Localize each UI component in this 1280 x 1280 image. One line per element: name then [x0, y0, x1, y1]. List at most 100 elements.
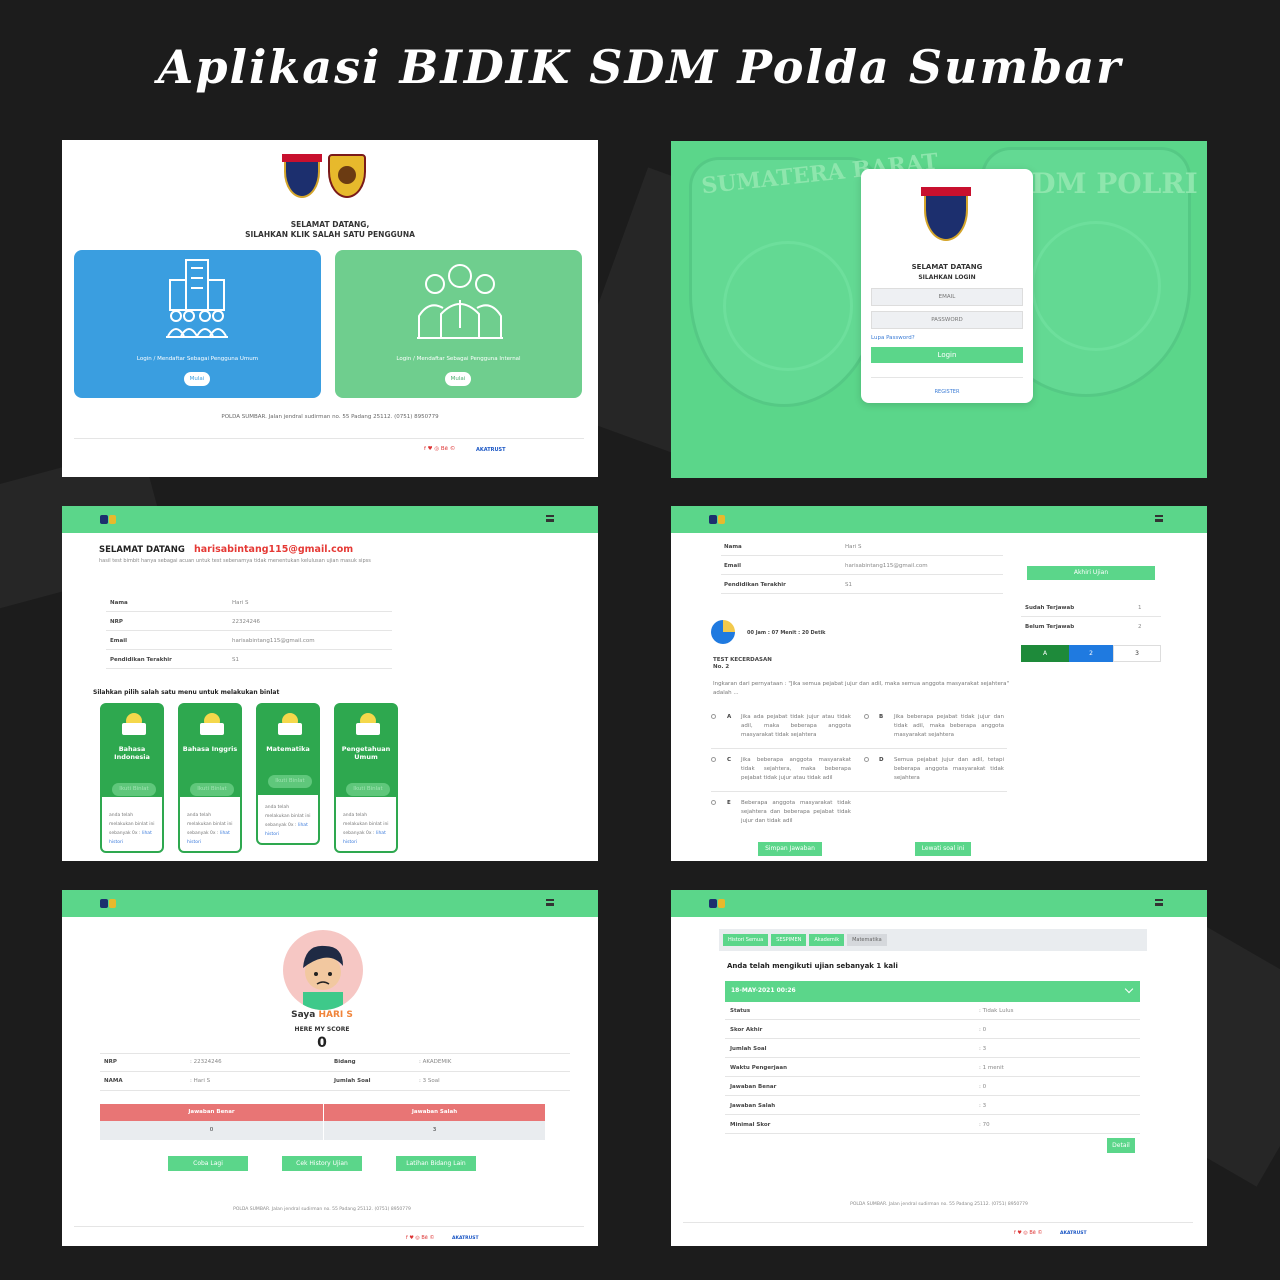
exam-accordion-header[interactable]: 18-MAY-2021 00:26	[725, 981, 1140, 1002]
ikuti-binlat-button[interactable]: Ikuti Binlat	[190, 783, 234, 796]
email-input[interactable]	[871, 288, 1023, 306]
page-title: Aplikasi BIDIK SDM Polda Sumbar	[157, 40, 1123, 94]
coba-lagi-button[interactable]: Coba Lagi	[168, 1156, 248, 1171]
card-pengguna-umum[interactable]: Login / Mendaftar Sebagai Pengguna Umum …	[74, 250, 321, 398]
navbar-logo[interactable]	[709, 899, 725, 908]
card-umum-label: Login / Mendaftar Sebagai Pengguna Umum	[136, 356, 259, 362]
crumb-histori-semua[interactable]: Histori Semua	[723, 934, 769, 946]
nrp-value: : 22324246	[190, 1059, 222, 1065]
greeting: SELAMAT DATANG	[99, 545, 185, 555]
menu-icon[interactable]	[546, 515, 554, 522]
ikuti-binlat-button[interactable]: Ikuti Binlat	[346, 783, 390, 796]
ikuti-binlat-button[interactable]: Ikuti Binlat	[112, 783, 156, 796]
bidang-label: Bidang	[334, 1059, 356, 1065]
card-matematika[interactable]: Matematika Ikuti Binlat anda telah melak…	[256, 703, 320, 845]
card-bahasa-inggris[interactable]: Bahasa Inggris Ikuti Binlat anda telah m…	[178, 703, 242, 853]
info-divider	[106, 630, 392, 631]
social-icons[interactable]: f ♥ ◎ Bē ©	[406, 1235, 434, 1241]
login-subtitle: SILAHKAN LOGIN	[918, 274, 976, 281]
nav-question-3[interactable]: 3	[1113, 645, 1161, 662]
polda-logo	[924, 189, 968, 241]
option-d-key: D	[879, 757, 884, 763]
card-title: Bahasa Inggris	[182, 745, 238, 753]
option-d-text[interactable]: Semua pejabat jujur dan adil, tetapi beb…	[894, 756, 1004, 783]
lewati-soal-button[interactable]: Lewati soal ini	[915, 842, 971, 856]
card-bahasa-indonesia[interactable]: Bahasa Indonesia Ikuti Binlat anda telah…	[100, 703, 164, 853]
book-icon	[200, 723, 224, 735]
brand-akatrust[interactable]: AKATRUST	[476, 447, 506, 453]
info-label-nrp: NRP	[110, 619, 123, 625]
result-header-benar: Jawaban Benar	[100, 1104, 323, 1121]
card-title: Bahasa Indonesia	[114, 745, 150, 761]
detail-row-divider	[725, 1038, 1140, 1039]
cek-history-button[interactable]: Cek History Ujian	[282, 1156, 362, 1171]
detail-button[interactable]: Detail	[1107, 1138, 1135, 1153]
navbar-logo[interactable]	[100, 899, 116, 908]
option-e-text[interactable]: Beberapa anggota masyarakat tidak sejaht…	[741, 799, 851, 826]
akhiri-ujian-button[interactable]: Akhiri Ujian	[1027, 566, 1155, 580]
detail-row-value: : Tidak Lulus	[979, 1008, 1014, 1014]
answered-value: 1	[1138, 605, 1142, 611]
detail-row-value: : 1 menit	[979, 1065, 1004, 1071]
mulai-button[interactable]: Mulai	[184, 372, 210, 386]
login-button[interactable]: Login	[871, 347, 1023, 363]
info-value-pendidikan: S1	[232, 657, 239, 663]
navbar	[62, 506, 598, 533]
option-a-radio[interactable]	[711, 714, 716, 719]
info-label-nama: Nama	[724, 544, 742, 550]
nav-question-2[interactable]: 2	[1069, 645, 1113, 662]
option-a-key: A	[727, 714, 732, 720]
crumb-matematika: Matematika	[847, 934, 887, 946]
detail-row-label: Jumlah Soal	[730, 1046, 767, 1052]
card-pengetahuan-umum[interactable]: Pengetahuan Umum Ikuti Binlat anda telah…	[334, 703, 398, 853]
crumb-akademik[interactable]: Akademik	[809, 934, 845, 946]
panel-score: Saya HARI S HERE MY SCORE 0 NRP : 223242…	[62, 890, 598, 1246]
info-divider	[106, 611, 392, 612]
card-pengguna-internal[interactable]: Login / Mendaftar Sebagai Pengguna Inter…	[335, 250, 582, 398]
bg-emblem-right-text: SDM POLRI	[1011, 167, 1198, 200]
question-text: Ingkaran dari pernyataan : "Jika semua p…	[713, 681, 1009, 696]
brand-akatrust[interactable]: AKATRUST	[1060, 1231, 1087, 1236]
score-label: HERE MY SCORE	[294, 1026, 350, 1033]
info-value-pendidikan: S1	[845, 582, 852, 588]
crumb-sespimen[interactable]: SESPIMEN	[771, 934, 807, 946]
info-value-email: harisabintang115@gmail.com	[845, 563, 928, 569]
detail-divider	[100, 1071, 570, 1072]
option-b-text[interactable]: Jika beberapa pejabat tidak jujur dan ti…	[894, 713, 1004, 740]
info-divider	[106, 649, 392, 650]
info-value-nama: Hari S	[845, 544, 862, 550]
option-e-radio[interactable]	[711, 800, 716, 805]
option-a-text[interactable]: Jika ada pejabat tidak jujur atau tidak …	[741, 713, 851, 740]
menu-icon[interactable]	[1155, 899, 1163, 906]
latihan-bidang-lain-button[interactable]: Latihan Bidang Lain	[396, 1156, 476, 1171]
menu-icon[interactable]	[1155, 515, 1163, 522]
forgot-password-link[interactable]: Lupa Password?	[871, 335, 915, 341]
detail-row-label: Skor Akhir	[730, 1027, 763, 1033]
info-divider	[106, 668, 392, 669]
info-label-email: Email	[724, 563, 741, 569]
social-icons[interactable]: f ♥ ◎ Bē ©	[1014, 1230, 1042, 1236]
option-c-text[interactable]: Jika beberapa anggota masyarakat tidak s…	[741, 756, 851, 783]
avatar	[283, 930, 363, 1010]
detail-divider	[100, 1090, 570, 1091]
ikuti-binlat-button[interactable]: Ikuti Binlat	[268, 775, 312, 788]
user-name: HARI S	[318, 1010, 353, 1020]
password-input[interactable]	[871, 311, 1023, 329]
mulai-button[interactable]: Mulai	[445, 372, 471, 386]
detail-row-value: : 3	[979, 1103, 987, 1109]
detail-row-divider	[725, 1019, 1140, 1020]
navbar-logo[interactable]	[100, 515, 116, 524]
option-b-radio[interactable]	[864, 714, 869, 719]
register-link[interactable]: REGISTER	[861, 389, 1033, 395]
welcome-line-1: SELAMAT DATANG,	[290, 220, 370, 229]
social-icons[interactable]: f ♥ ◎ Bē ©	[424, 446, 455, 452]
brand-akatrust[interactable]: AKATRUST	[452, 1236, 479, 1241]
info-value-email: harisabintang115@gmail.com	[232, 638, 315, 644]
option-d-radio[interactable]	[864, 757, 869, 762]
card-internal-label: Login / Mendaftar Sebagai Pengguna Inter…	[396, 356, 521, 362]
simpan-jawaban-button[interactable]: Simpan Jawaban	[758, 842, 822, 856]
navbar-logo[interactable]	[709, 515, 725, 524]
menu-icon[interactable]	[546, 899, 554, 906]
nav-question-a[interactable]: A	[1021, 645, 1069, 662]
option-c-radio[interactable]	[711, 757, 716, 762]
